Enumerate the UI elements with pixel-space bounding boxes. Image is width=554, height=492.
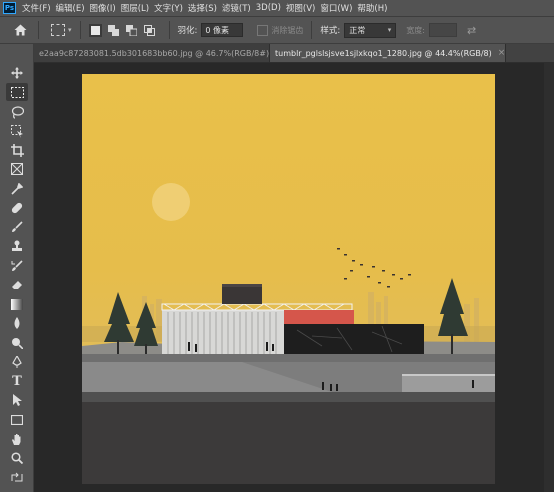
eraser-icon[interactable] xyxy=(6,276,28,294)
menu-layer[interactable]: 图层(L) xyxy=(121,2,149,14)
swap-dimensions-icon[interactable]: ⇄ xyxy=(467,24,476,37)
subtract-selection-icon xyxy=(125,24,137,36)
dodge-icon[interactable] xyxy=(6,334,28,352)
document-tabs: e2aa9c87283081.5db301683bb60.jpg @ 46.7%… xyxy=(34,44,554,63)
menu-file[interactable]: 文件(F) xyxy=(22,2,51,14)
menu-select[interactable]: 选择(S) xyxy=(188,2,217,14)
lasso-icon[interactable] xyxy=(6,103,28,121)
close-icon[interactable]: × xyxy=(498,48,506,58)
tab-label: tumblr_pglslsjsve1sjlxkqo1_1280.jpg @ 44… xyxy=(275,48,492,58)
feather-label: 羽化: xyxy=(177,26,198,36)
divider xyxy=(168,21,170,39)
chevron-down-icon: ▾ xyxy=(387,25,392,34)
healing-brush-icon[interactable] xyxy=(6,199,28,217)
rectangular-marquee-icon[interactable] xyxy=(6,83,28,101)
antialias-label: 消除锯齿 xyxy=(271,25,304,35)
divider xyxy=(38,21,39,39)
home-button[interactable] xyxy=(10,20,30,40)
eyedropper-icon[interactable] xyxy=(6,180,28,198)
menu-3d[interactable]: 3D(D) xyxy=(256,3,281,13)
width-label: 宽度: xyxy=(406,25,425,35)
tab-label: e2aa9c87283081.5db301683bb60.jpg @ 46.7%… xyxy=(39,48,270,58)
new-selection-button[interactable] xyxy=(88,23,102,37)
type-icon[interactable]: T xyxy=(6,372,28,390)
style-select[interactable]: 正常 ▾ xyxy=(344,22,397,38)
width-input[interactable] xyxy=(428,23,457,37)
photoshop-logo-icon: Ps xyxy=(3,2,16,14)
gradient-icon[interactable] xyxy=(6,295,28,313)
divider xyxy=(79,21,81,39)
menu-view[interactable]: 视图(V) xyxy=(286,2,315,14)
home-icon xyxy=(14,24,26,36)
options-bar: ▾ 羽化: 0 像素 消除锯齿 样式: 正常 ▾ 宽度: ⇄ xyxy=(0,16,554,44)
menu-help[interactable]: 帮助(H) xyxy=(357,2,387,14)
menu-window[interactable]: 窗口(W) xyxy=(320,2,352,14)
style-label: 样式: xyxy=(320,26,341,36)
swap-colors-icon[interactable] xyxy=(6,468,28,486)
tab-document-2[interactable]: tumblr_pglslsjsve1sjlxkqo1_1280.jpg @ 44… xyxy=(270,44,506,62)
path-selection-icon[interactable] xyxy=(6,391,28,409)
tool-preset-marquee-icon[interactable] xyxy=(51,24,65,36)
blur-icon[interactable] xyxy=(6,314,28,332)
tools-panel: T xyxy=(0,44,34,492)
history-brush-icon[interactable] xyxy=(6,257,28,275)
intersect-selection-button[interactable] xyxy=(143,24,156,37)
intersect-selection-icon xyxy=(143,24,155,36)
pen-icon[interactable] xyxy=(6,353,28,371)
menu-edit[interactable]: 编辑(E) xyxy=(56,2,85,14)
canvas-workspace[interactable] xyxy=(34,63,554,492)
style-value: 正常 xyxy=(349,25,366,35)
brush-icon[interactable] xyxy=(6,218,28,236)
menu-image[interactable]: 图像(I) xyxy=(90,2,116,14)
rectangle-icon[interactable] xyxy=(6,411,28,429)
feather-input[interactable]: 0 像素 xyxy=(201,23,244,37)
chevron-down-icon[interactable]: ▾ xyxy=(68,26,72,34)
antialias-checkbox[interactable] xyxy=(257,24,269,36)
hand-icon[interactable] xyxy=(6,430,28,448)
new-selection-icon xyxy=(90,25,100,35)
subtract-selection-button[interactable] xyxy=(125,24,138,37)
add-to-selection-button[interactable] xyxy=(107,24,120,37)
move-tool-icon[interactable] xyxy=(6,64,28,82)
frame-icon[interactable] xyxy=(6,160,28,178)
clone-stamp-icon[interactable] xyxy=(6,237,28,255)
menu-type[interactable]: 文字(Y) xyxy=(154,2,183,14)
crop-icon[interactable] xyxy=(6,141,28,159)
object-select-icon[interactable] xyxy=(6,122,28,140)
vertical-scrollbar[interactable] xyxy=(544,63,554,492)
document-image[interactable] xyxy=(82,74,495,484)
menu-bar: Ps 文件(F) 编辑(E) 图像(I) 图层(L) 文字(Y) 选择(S) 滤… xyxy=(0,0,554,16)
zoom-icon[interactable] xyxy=(6,449,28,467)
divider xyxy=(311,21,313,39)
tab-document-1[interactable]: e2aa9c87283081.5db301683bb60.jpg @ 46.7%… xyxy=(34,44,283,62)
menu-filter[interactable]: 滤镜(T) xyxy=(222,2,251,14)
add-selection-icon xyxy=(107,24,119,36)
